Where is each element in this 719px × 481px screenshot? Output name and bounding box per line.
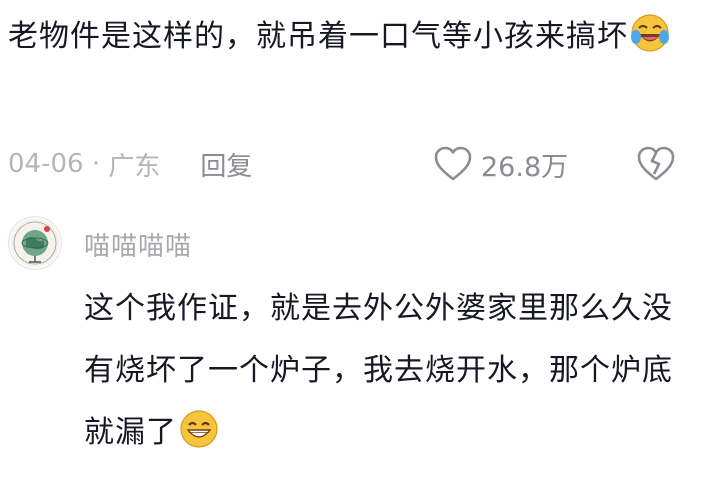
reply-button[interactable]: 回复 — [200, 146, 252, 183]
meta-separator: · — [83, 149, 109, 179]
comment-text: 老物件是这样的，就吊着一口气等小孩来搞坏 — [8, 19, 628, 54]
reply-text: 这个我作证，就是去外公外婆家里那么久没有烧坏了一个炉子，我去烧开水，那个炉底就漏… — [84, 291, 673, 450]
globe-avatar-icon — [11, 219, 59, 267]
reply-username[interactable]: 喵喵喵喵 — [84, 226, 192, 263]
comment-date: 04-06 — [8, 149, 84, 179]
main-comment: 老物件是这样的，就吊着一口气等小孩来搞坏 — [8, 6, 708, 68]
avatar[interactable] — [8, 216, 62, 270]
comment-location: 广东 — [108, 151, 161, 182]
comment-meta-row: 04-06 · 广东 回复 26.8万 — [8, 142, 708, 186]
laughing-crying-emoji-icon — [631, 14, 669, 52]
like-button[interactable]: 26.8万 — [433, 142, 568, 186]
like-count: 26.8万 — [481, 151, 569, 183]
broken-heart-icon[interactable] — [635, 144, 677, 184]
grinning-emoji-icon — [180, 410, 218, 448]
heart-outline-icon — [434, 146, 472, 181]
